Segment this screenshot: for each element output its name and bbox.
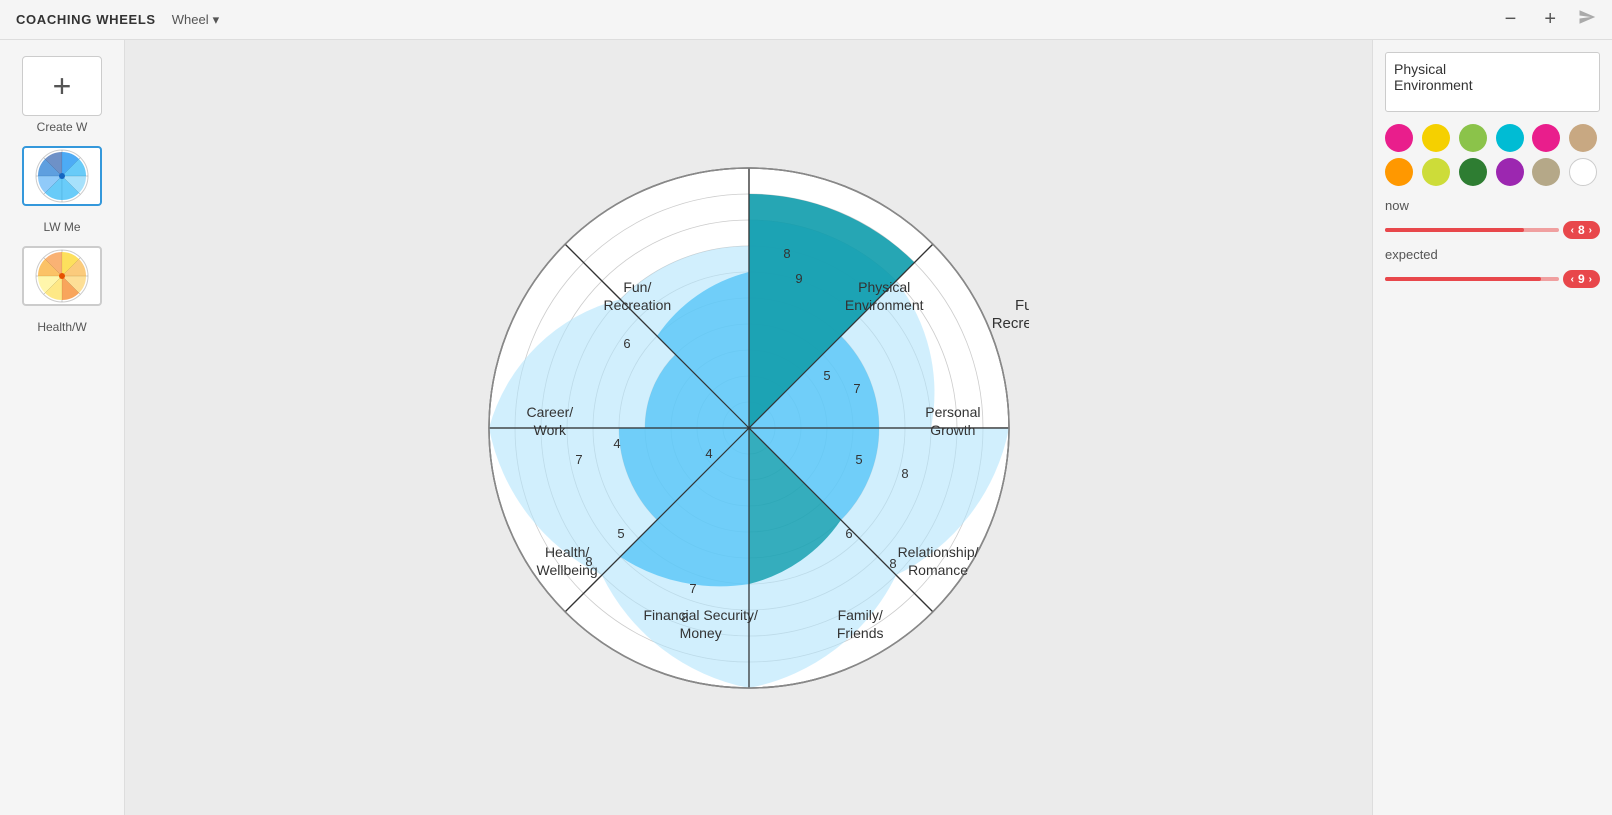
segment-rr-expected: 8 (901, 466, 908, 481)
color-dot-9[interactable] (1496, 158, 1524, 186)
color-dot-1[interactable] (1422, 124, 1450, 152)
label-career-work: Career/Work (527, 403, 574, 439)
color-dot-4[interactable] (1532, 124, 1560, 152)
zoom-out-button[interactable]: − (1499, 6, 1523, 33)
create-wheel-button[interactable]: + (22, 56, 102, 116)
label-family-friends: Family/Friends (837, 606, 884, 642)
label-relationship-romance: Relationship/Romance (898, 543, 979, 579)
segment-hw-now: 5 (617, 526, 624, 541)
now-increment[interactable]: › (1589, 225, 1592, 236)
now-slider-row: ‹ 8 › (1385, 221, 1600, 239)
segment-pe-expected: 8 (783, 246, 790, 261)
segment-cw-expected: 7 (575, 452, 582, 467)
segment-cw-now: 4 (613, 436, 620, 451)
sidebar: + Create W (0, 40, 125, 815)
segment-ff-now: 6 (845, 526, 852, 541)
expected-slider-track[interactable] (1385, 277, 1559, 281)
wheel-chart[interactable]: 8 9 7 5 8 5 8 6 8 7 8 5 7 4 (469, 148, 1029, 708)
canvas-area: 8 9 7 5 8 5 8 6 8 7 8 5 7 4 (125, 40, 1372, 815)
wheel-menu-button[interactable]: Wheel ▾ (172, 12, 219, 28)
now-slider-track[interactable] (1385, 228, 1559, 232)
segment-pg-expected: 7 (853, 381, 860, 396)
wheel-thumb-health[interactable] (22, 246, 102, 306)
color-dot-10[interactable] (1532, 158, 1560, 186)
label-fun-rec2: Recreation (991, 315, 1028, 332)
color-dot-3[interactable] (1496, 124, 1524, 152)
segment-fr-expected: 6 (623, 336, 630, 351)
segment-pg-now: 5 (823, 368, 830, 383)
segment-fs-now: 7 (689, 581, 696, 596)
expected-slider-badge: ‹ 9 › (1563, 270, 1600, 288)
color-dot-5[interactable] (1569, 124, 1597, 152)
wheel-thumb-lw-me[interactable] (22, 146, 102, 206)
label-financial-security: Financial Security/Money (644, 606, 758, 642)
segment-name-text: Physical Environment (1394, 61, 1473, 93)
topbar: COACHING WHEELS Wheel ▾ − + (0, 0, 1612, 40)
wheel-thumb-health-label: Health/W (37, 320, 86, 334)
send-button[interactable] (1578, 8, 1596, 31)
expected-increment[interactable]: › (1589, 274, 1592, 285)
segment-cw-val2: 4 (705, 446, 712, 461)
expected-decrement[interactable]: ‹ (1571, 274, 1574, 285)
right-panel: Physical Environment now ‹ 8 › expected (1372, 40, 1612, 815)
slider-section: now ‹ 8 › expected ‹ 9 › (1385, 198, 1600, 288)
label-personal-growth: PersonalGrowth (925, 403, 980, 439)
now-slider-badge: ‹ 8 › (1563, 221, 1600, 239)
expected-slider-row: ‹ 9 › (1385, 270, 1600, 288)
zoom-in-button[interactable]: + (1538, 6, 1562, 33)
segment-pe-now: 9 (795, 271, 802, 286)
create-label: Create W (37, 120, 88, 134)
segment-name-box: Physical Environment (1385, 52, 1600, 112)
color-dot-7[interactable] (1422, 158, 1450, 186)
expected-label: expected (1385, 247, 1600, 262)
color-dot-8[interactable] (1459, 158, 1487, 186)
app-title: COACHING WHEELS (16, 12, 156, 27)
now-decrement[interactable]: ‹ (1571, 225, 1574, 236)
segment-ff-expected: 8 (889, 556, 896, 571)
color-palette (1385, 124, 1600, 186)
label-fun-recreation: Fun/Recreation (604, 278, 672, 314)
color-dot-11[interactable] (1569, 158, 1597, 186)
main-layout: + Create W (0, 40, 1612, 815)
label-fun-rec: Fun/ (1014, 297, 1028, 314)
color-dot-0[interactable] (1385, 124, 1413, 152)
now-value: 8 (1578, 223, 1585, 237)
segment-rr-now: 5 (855, 452, 862, 467)
label-physical-environment: PhysicalEnvironment (845, 278, 924, 314)
label-health-wellbeing: Health/Wellbeing (537, 543, 598, 579)
color-dot-2[interactable] (1459, 124, 1487, 152)
wheel-thumb-lw-me-label: LW Me (43, 220, 80, 234)
now-label: now (1385, 198, 1600, 213)
color-dot-6[interactable] (1385, 158, 1413, 186)
expected-value: 9 (1578, 272, 1585, 286)
